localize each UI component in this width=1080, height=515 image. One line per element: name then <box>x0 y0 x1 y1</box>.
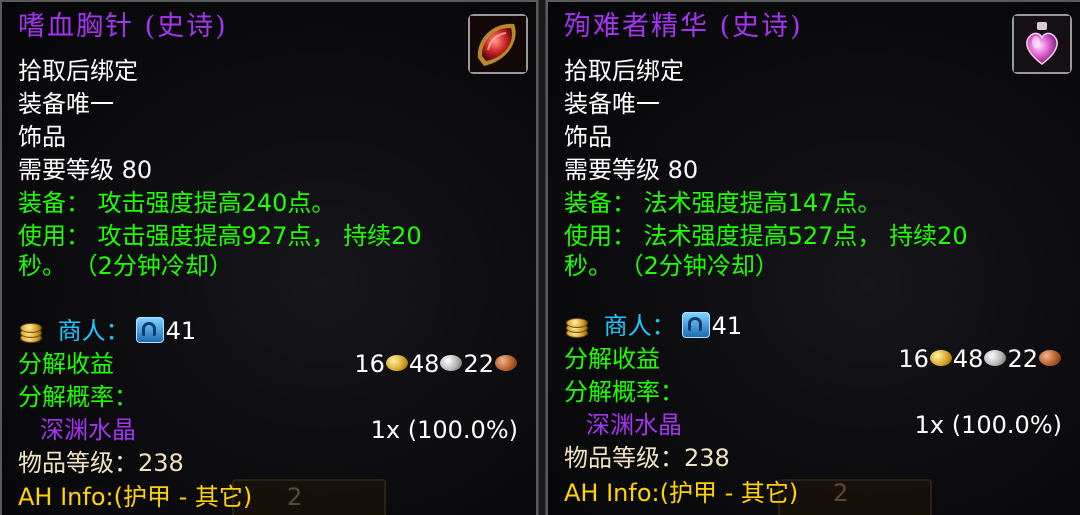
vendor-label: 商人： <box>57 317 130 345</box>
use-effect-line2: 秒。 （2分钟冷却） <box>564 252 779 280</box>
use-effect-line1: 使用： 法术强度提高527点， 持续20 <box>564 222 968 250</box>
disenchant-value: 16 48 22 <box>898 344 1062 374</box>
pink-heart-vial-icon <box>1012 14 1072 74</box>
vendor-row: 商人： 41 <box>18 316 196 346</box>
disenchant-chance-label: 分解概率： <box>564 378 684 406</box>
item-tooltip-left: 嗜血胸针 (史诗) 拾取后绑定 装备唯一 饰品 需要等级 80 装备： 攻击强度… <box>0 0 538 515</box>
disenchant-label: 分解收益 <box>564 345 660 373</box>
disenchant-chance-label: 分解概率： <box>18 383 138 411</box>
copper-coin-icon <box>495 355 517 371</box>
disenchant-rate: 1x (100.0%) <box>914 411 1062 439</box>
background-number: 2 <box>833 479 849 507</box>
bind-type: 拾取后绑定 <box>564 57 684 85</box>
copper-coin-icon <box>1039 350 1061 366</box>
background-number: 2 <box>287 483 303 511</box>
disenchant-material: 深渊水晶 <box>40 416 136 444</box>
unique-equipped: 装备唯一 <box>18 90 114 118</box>
required-level: 需要等级 80 <box>18 156 153 184</box>
equip-effect: 装备： 攻击强度提高240点。 <box>18 189 336 217</box>
gold-coins-icon <box>564 316 588 338</box>
item-tooltip-right: 殉难者精华 (史诗) 拾取后绑定 装备唯一 饰品 需要等级 80 装备： 法术强… <box>546 0 1080 515</box>
unique-equipped: 装备唯一 <box>564 90 660 118</box>
disenchant-silver: 48 <box>408 350 440 378</box>
emblem-currency-icon <box>135 317 164 343</box>
disenchant-gold: 16 <box>898 345 929 373</box>
silver-coin-icon <box>984 350 1007 366</box>
item-slot: 饰品 <box>18 123 66 151</box>
gold-coins-icon <box>18 321 42 343</box>
tooltip-divider <box>538 0 546 515</box>
bind-type: 拾取后绑定 <box>18 57 138 85</box>
disenchant-gold: 16 <box>354 350 385 378</box>
disenchant-silver: 48 <box>952 345 984 373</box>
item-level: 物品等级：238 <box>18 449 184 477</box>
vendor-amount: 41 <box>165 317 197 345</box>
equip-effect: 装备： 法术强度提高147点。 <box>564 189 882 217</box>
disenchant-rate: 1x (100.0%) <box>370 416 518 444</box>
silver-coin-icon <box>440 355 463 371</box>
ah-info: AH Info:(护甲 - 其它) <box>18 483 253 511</box>
gold-coin-icon <box>929 350 952 366</box>
background-frame <box>778 479 932 515</box>
required-level: 需要等级 80 <box>564 156 699 184</box>
disenchant-copper: 22 <box>463 350 494 378</box>
red-brooch-icon <box>468 14 528 74</box>
item-name: 嗜血胸针 (史诗) <box>18 11 228 42</box>
disenchant-value: 16 48 22 <box>354 349 518 379</box>
emblem-currency-icon <box>681 312 710 338</box>
disenchant-label: 分解收益 <box>18 350 114 378</box>
ah-info: AH Info:(护甲 - 其它) <box>564 479 799 507</box>
vendor-row: 商人： 41 <box>564 311 742 341</box>
vendor-amount: 41 <box>711 312 743 340</box>
use-effect-line1: 使用： 攻击强度提高927点， 持续20 <box>18 222 422 250</box>
background-frame <box>232 479 386 515</box>
item-slot: 饰品 <box>564 123 612 151</box>
use-effect-line2: 秒。 （2分钟冷却） <box>18 252 233 280</box>
item-name: 殉难者精华 (史诗) <box>564 11 803 42</box>
vendor-label: 商人： <box>603 312 676 340</box>
gold-coin-icon <box>385 355 408 371</box>
disenchant-copper: 22 <box>1007 345 1038 373</box>
item-level: 物品等级：238 <box>564 444 730 472</box>
disenchant-material: 深渊水晶 <box>586 411 682 439</box>
